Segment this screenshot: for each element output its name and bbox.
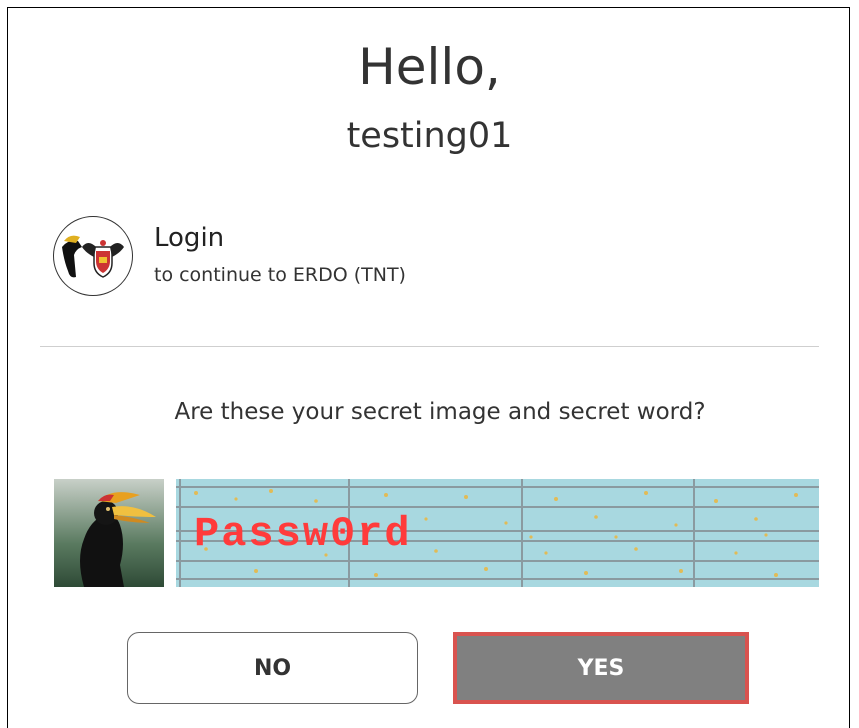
greeting-hello: Hello,	[358, 38, 501, 96]
secret-question: Are these your secret image and secret w…	[174, 399, 706, 425]
app-subtitle: to continue to ERDO (TNT)	[154, 264, 406, 286]
secret-word-text: Passw0rd	[194, 510, 412, 558]
yes-button[interactable]: YES	[453, 632, 749, 704]
hornbill-bird-image	[54, 479, 164, 587]
app-title: Login	[154, 223, 225, 253]
secret-word-captcha: Passw0rd	[176, 479, 819, 587]
username-label: testing01	[346, 116, 513, 156]
university-crest-icon	[53, 216, 133, 296]
divider	[40, 346, 819, 347]
no-button[interactable]: NO	[127, 632, 418, 704]
